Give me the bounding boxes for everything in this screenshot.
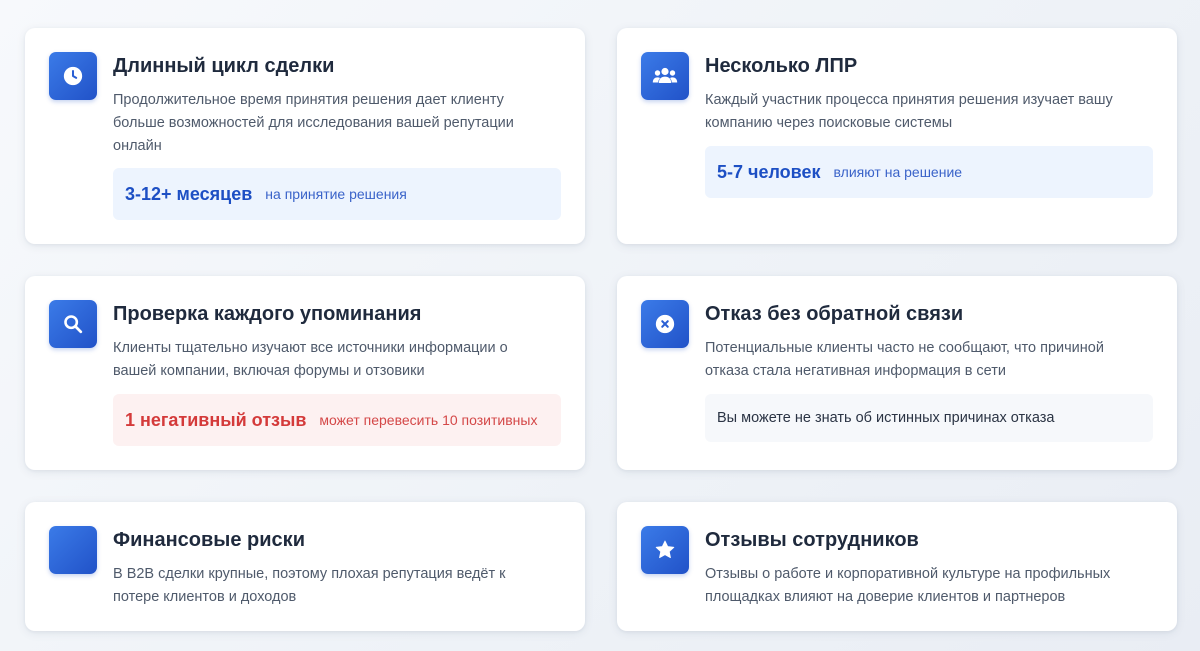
card-description: В B2B сделки крупные, поэтому плохая реп… (113, 566, 506, 605)
highlight-box: Вы можете не знать об истинных причинах … (705, 394, 1153, 442)
star-icon (641, 526, 689, 574)
card-title: Несколько ЛПР (705, 55, 858, 77)
card-title: Проверка каждого упоминания (113, 303, 422, 325)
card-long-deal-cycle: Длинный цикл сделки Продолжительное врем… (25, 28, 585, 244)
card-employee-reviews: Отзывы сотрудников Отзывы о работе и кор… (617, 502, 1177, 631)
highlight-value: 3-12+ месяцев (125, 183, 253, 204)
card-description: Отзывы о работе и корпоративной культуре… (705, 566, 1111, 605)
card-silent-rejection: Отказ без обратной связи Потенциальные к… (617, 276, 1177, 470)
card-description: Каждый участник процесса принятия решени… (705, 92, 1113, 131)
card-description: Клиенты тщательно изучают все источники … (113, 340, 508, 379)
clock-icon (49, 52, 97, 100)
card-title: Отказ без обратной связи (705, 303, 964, 325)
card-mention-check: Проверка каждого упоминания Клиенты тщат… (25, 276, 585, 470)
highlight-note: может перевесить 10 позитивных (319, 412, 538, 428)
highlight-note: на принятие решения (265, 186, 407, 202)
users-icon (641, 52, 689, 100)
highlight-value: 5-7 человек (717, 161, 821, 182)
highlight-text: Вы можете не знать об истинных причинах … (717, 410, 1055, 426)
highlight-value: 1 негативный отзыв (125, 409, 307, 430)
highlight-box: 5-7 человек влияют на решение (705, 146, 1153, 198)
card-title: Длинный цикл сделки (113, 55, 335, 77)
card-financial-risks: Финансовые риски В B2B сделки крупные, п… (25, 502, 585, 631)
highlight-note: влияют на решение (833, 164, 963, 180)
blank-icon (49, 526, 97, 574)
highlight-box: 1 негативный отзыв может перевесить 10 п… (113, 394, 561, 446)
close-circle-icon (641, 300, 689, 348)
card-description: Продолжительное время принятия решения д… (113, 92, 514, 154)
card-title: Финансовые риски (113, 529, 305, 551)
search-icon (49, 300, 97, 348)
card-title: Отзывы сотрудников (705, 529, 919, 551)
card-multiple-decision-makers: Несколько ЛПР Каждый участник процесса п… (617, 28, 1177, 244)
card-description: Потенциальные клиенты часто не сообщают,… (705, 340, 1104, 379)
highlight-box: 3-12+ месяцев на принятие решения (113, 168, 561, 220)
